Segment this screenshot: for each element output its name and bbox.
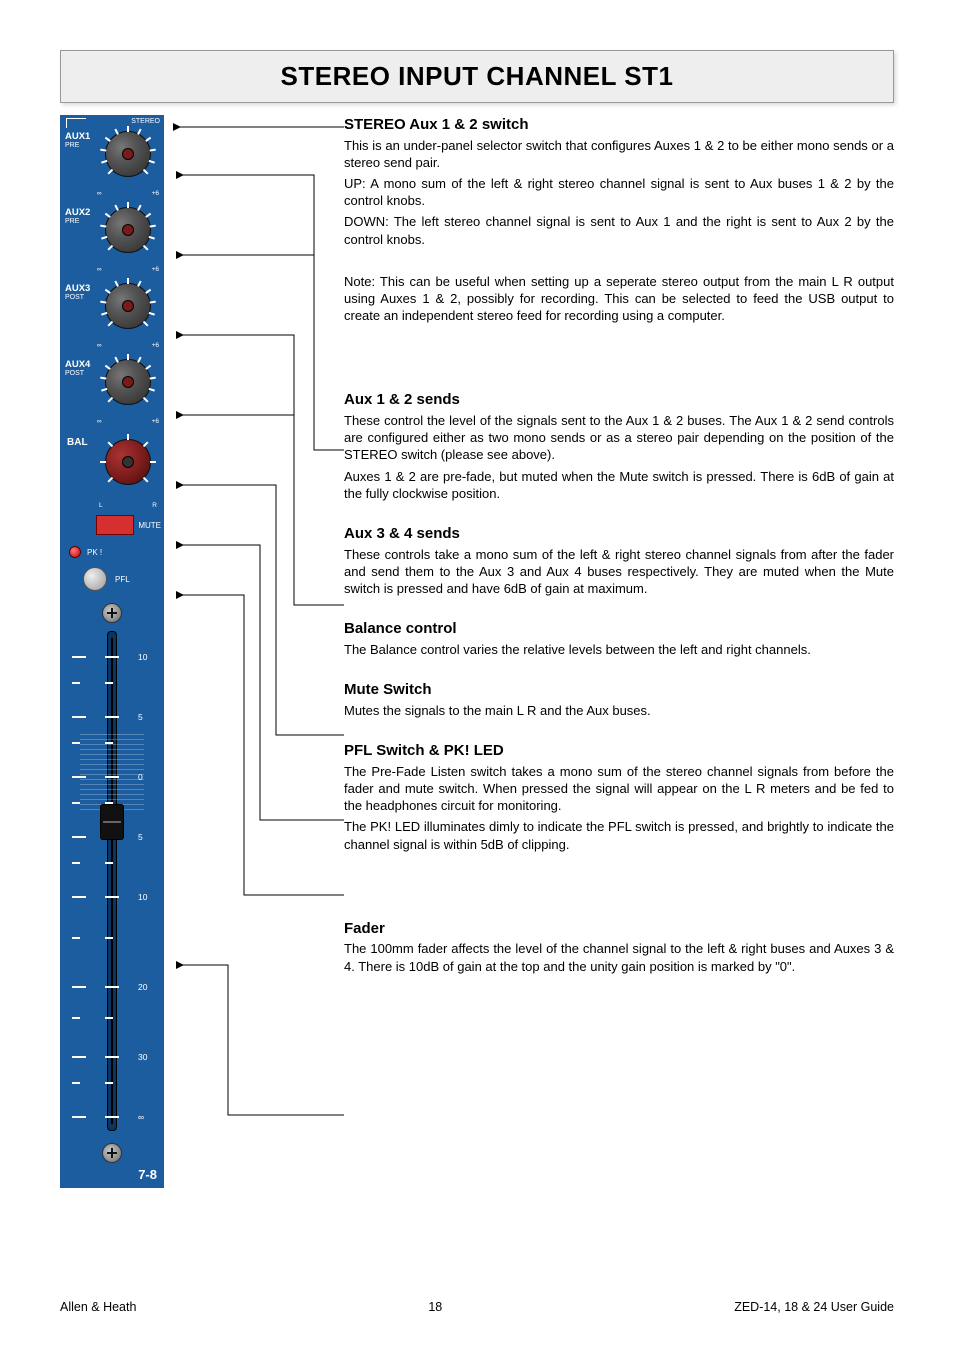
section-heading: Mute Switch [344, 680, 894, 700]
section-heading: Balance control [344, 619, 894, 639]
aux-max: +6 [152, 266, 159, 273]
section-heading: Aux 3 & 4 sends [344, 524, 894, 544]
page-footer: Allen & Heath 18 ZED-14, 18 & 24 User Gu… [60, 1300, 894, 1314]
mute-row: MUTE [63, 513, 161, 537]
pk-row: PK ! [63, 543, 161, 561]
pfl-row: PFL [63, 567, 161, 591]
footer-left: Allen & Heath [60, 1300, 136, 1314]
aux-min: ∞ [97, 266, 102, 273]
balance-right: R [152, 502, 157, 509]
fader-scale-mark: 5 [72, 712, 152, 722]
section-heading: PFL Switch & PK! LED [344, 741, 894, 761]
aux-knob-2[interactable] [101, 203, 155, 257]
balance-label: BAL [67, 437, 88, 448]
balance-left: L [99, 502, 103, 509]
aux-min: ∞ [97, 342, 102, 349]
pk-led [69, 546, 81, 558]
aux-label: AUX3 [65, 283, 90, 294]
section: Aux 3 & 4 sendsThese controls take a mon… [344, 524, 894, 597]
aux-label: AUX4 [65, 359, 90, 370]
aux-knob-4[interactable] [101, 355, 155, 409]
section-paragraph: The Balance control varies the relative … [344, 641, 894, 658]
aux-sublabel: PRE [65, 142, 79, 149]
screw-icon [102, 603, 122, 623]
fader-track[interactable]: 10505102030∞ [107, 631, 117, 1131]
aux-knob-1[interactable] [101, 127, 155, 181]
aux-min: ∞ [97, 418, 102, 425]
section-paragraph: These control the level of the signals s… [344, 412, 894, 463]
fader-scale-number: 5 [138, 832, 152, 842]
screw-icon [102, 1143, 122, 1163]
section-heading: Fader [344, 919, 894, 939]
section-paragraph: These controls take a mono sum of the le… [344, 546, 894, 597]
aux-max: +6 [152, 190, 159, 197]
aux-block-1: AUX1 PRE ∞ +6 [63, 125, 161, 195]
fader-knob[interactable] [100, 804, 124, 840]
section-heading: Aux 1 & 2 sends [344, 390, 894, 410]
stereo-label: STEREO [131, 118, 160, 125]
fader-scale-minor [72, 862, 152, 864]
fader-scale-number: 20 [138, 982, 152, 992]
aux-sublabel: POST [65, 294, 84, 301]
text-column: STEREO Aux 1 & 2 switchThis is an under-… [344, 115, 894, 997]
aux-max: +6 [152, 418, 159, 425]
aux-sublabel: POST [65, 370, 84, 377]
fader-scale-mark: 10 [72, 892, 152, 902]
aux-max: +6 [152, 342, 159, 349]
pk-label: PK ! [87, 548, 102, 557]
section-paragraph: Auxes 1 & 2 are pre-fade, but muted when… [344, 468, 894, 502]
section-paragraph: DOWN: The left stereo channel signal is … [344, 213, 894, 247]
fader-scale-mark: 10 [72, 652, 152, 662]
fader-scale-minor [72, 1082, 152, 1084]
fader-scale-number: 5 [138, 712, 152, 722]
section: STEREO Aux 1 & 2 switchThis is an under-… [344, 115, 894, 324]
fader-scale-minor [72, 682, 152, 684]
section: Balance control The Balance control varie… [344, 619, 894, 658]
aux-block-4: AUX4 POST ∞ +6 [63, 353, 161, 423]
fader-scale-number: 10 [138, 892, 152, 902]
section: Aux 1 & 2 sendsThese control the level o… [344, 390, 894, 502]
section-paragraph: Mutes the signals to the main L R and th… [344, 702, 894, 719]
balance-block: BAL L R [63, 433, 161, 507]
fader-scale-minor [72, 937, 152, 939]
section: PFL Switch & PK! LEDThe Pre-Fade Listen … [344, 741, 894, 853]
fader-scale-mark: 30 [72, 1052, 152, 1062]
fader-scale-number: ∞ [138, 1112, 152, 1122]
section-paragraph: The 100mm fader affects the level of the… [344, 940, 894, 974]
page-title: STEREO INPUT CHANNEL ST1 [61, 61, 893, 92]
channel-strip: STEREO AUX1 PRE ∞ +6 AUX2 PRE ∞ +6 AUX3 … [60, 115, 164, 1188]
aux-sublabel: PRE [65, 218, 79, 225]
pfl-label: PFL [115, 575, 130, 584]
section-paragraph: The PK! LED illuminates dimly to indicat… [344, 818, 894, 852]
section-paragraph: This is an under-panel selector switch t… [344, 137, 894, 171]
fader-scale-minor [72, 1017, 152, 1019]
fader-scale-number: 30 [138, 1052, 152, 1062]
section-paragraph: UP: A mono sum of the left & right stere… [344, 175, 894, 209]
section: FaderThe 100mm fader affects the level o… [344, 919, 894, 975]
footer-center: 18 [428, 1300, 442, 1314]
channel-number: 7-8 [63, 1167, 161, 1182]
pfl-button[interactable] [83, 567, 107, 591]
balance-knob[interactable] [101, 435, 155, 489]
mute-label: MUTE [138, 521, 161, 530]
section-heading: STEREO Aux 1 & 2 switch [344, 115, 894, 135]
section: Mute Switch Mutes the signals to the main… [344, 680, 894, 719]
section-paragraph: The Pre-Fade Listen switch takes a mono … [344, 763, 894, 814]
mute-button[interactable] [96, 515, 134, 535]
footer-right: ZED-14, 18 & 24 User Guide [734, 1300, 894, 1314]
section-paragraph: Note: This can be useful when setting up… [344, 273, 894, 324]
aux-label: AUX1 [65, 131, 90, 142]
aux-block-3: AUX3 POST ∞ +6 [63, 277, 161, 347]
aux-label: AUX2 [65, 207, 90, 218]
fader-scale-number: 10 [138, 652, 152, 662]
page-title-box: STEREO INPUT CHANNEL ST1 [60, 50, 894, 103]
fader-scale-mark: 20 [72, 982, 152, 992]
aux-min: ∞ [97, 190, 102, 197]
aux-knob-3[interactable] [101, 279, 155, 333]
aux-block-2: AUX2 PRE ∞ +6 [63, 201, 161, 271]
fader-scale-mark: ∞ [72, 1112, 152, 1122]
